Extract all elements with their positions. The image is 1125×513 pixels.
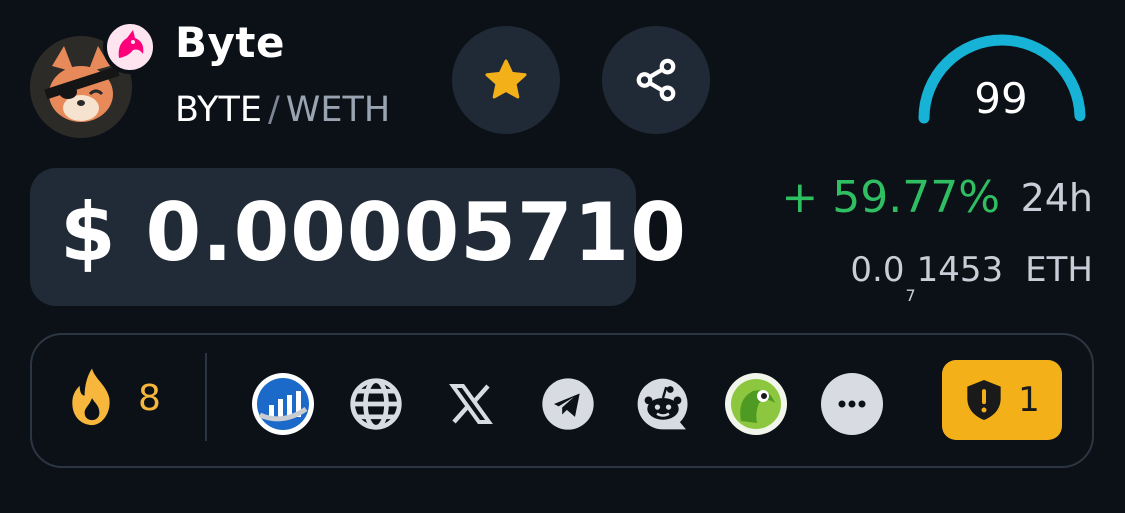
base-symbol: BYTE <box>175 90 262 130</box>
website-link[interactable] <box>345 373 407 435</box>
more-icon <box>838 400 866 408</box>
shield-warning-icon <box>967 380 1001 420</box>
telegram-icon <box>542 378 594 430</box>
eth-price-digits: 1453 <box>916 250 1004 290</box>
more-links-button[interactable] <box>821 373 883 435</box>
unicorn-icon <box>118 30 144 58</box>
coinmarketcap-icon <box>257 378 309 430</box>
telegram-link[interactable] <box>537 373 599 435</box>
dex-badge <box>103 20 157 74</box>
pair-separator: / <box>267 90 280 130</box>
trading-pair: BYTE / WETH <box>175 90 390 130</box>
x-twitter-icon <box>449 384 493 424</box>
coinmarketcap-link[interactable] <box>252 373 314 435</box>
audit-warning-count: 1 <box>1018 380 1040 420</box>
eth-price: 0.0 7 1453 ETH <box>850 250 1093 305</box>
share-button[interactable] <box>602 26 710 134</box>
coingecko-icon <box>731 379 781 429</box>
hot-count: 8 <box>138 378 161 419</box>
reddit-icon <box>637 378 688 430</box>
audit-warning-button[interactable]: 1 <box>942 360 1062 440</box>
links-divider <box>205 353 207 441</box>
hot-indicator[interactable] <box>62 366 122 434</box>
x-twitter-link[interactable] <box>440 373 502 435</box>
share-icon <box>636 58 676 102</box>
eth-zero-count: 7 <box>905 286 916 305</box>
star-icon <box>485 59 527 99</box>
fire-icon <box>72 368 110 426</box>
eth-unit: ETH <box>1025 250 1093 290</box>
website-globe-icon <box>350 378 402 430</box>
reddit-link[interactable] <box>632 373 694 435</box>
usd-price: $ 0.00005710 <box>60 186 687 279</box>
coingecko-link[interactable] <box>725 373 787 435</box>
price-change: + 59.77% <box>781 172 1000 223</box>
change-period: 24h <box>1020 176 1093 220</box>
score-value: 99 <box>974 74 1028 123</box>
quote-symbol: WETH <box>285 90 391 130</box>
token-name: Byte <box>175 18 285 67</box>
favorite-button[interactable] <box>452 26 560 134</box>
eth-price-prefix: 0.0 <box>850 250 905 290</box>
